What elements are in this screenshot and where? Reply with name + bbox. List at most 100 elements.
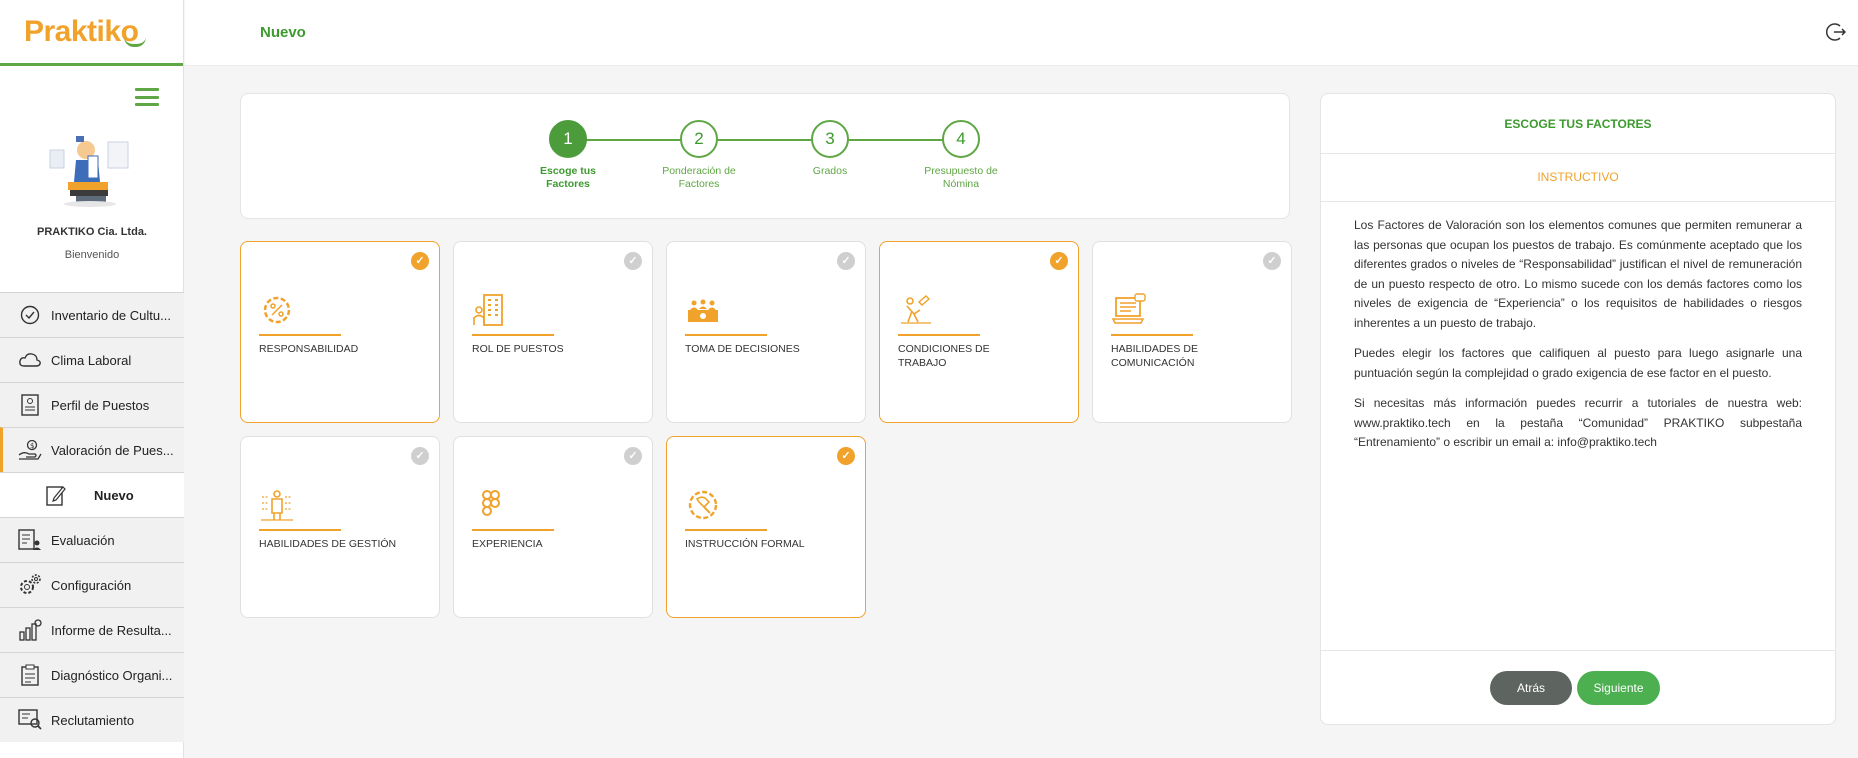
step-label: Escoge tus Factores <box>539 165 597 190</box>
factor-divider <box>898 334 980 336</box>
sidebar-item-label: Clima Laboral <box>51 352 132 368</box>
step-number: 1 <box>549 120 587 158</box>
cloud-icon <box>18 348 42 372</box>
back-button[interactable]: Atrás <box>1490 671 1572 705</box>
factor-divider <box>259 334 341 336</box>
step-label: Ponderación de Factores <box>662 165 736 190</box>
factor-divider <box>472 529 554 531</box>
sidebar-item-label: Perfil de Puestos <box>51 397 150 413</box>
sidebar-item-label: Reclutamiento <box>51 712 135 728</box>
sidebar-item-evaluacion[interactable]: Evaluación <box>0 517 184 562</box>
worker-icon <box>901 295 931 324</box>
check-icon: ✓ <box>1050 252 1068 270</box>
sidebar-menu: Inventario de Cultu... Clima Laboral Per… <box>0 292 184 742</box>
praktiko-logo[interactable]: Praktiko <box>24 15 147 49</box>
check-icon: ✓ <box>624 447 642 465</box>
building-person-icon <box>473 294 503 326</box>
gear-percent-icon <box>263 296 291 324</box>
recruit-icon <box>18 708 42 732</box>
step-number: 4 <box>942 120 980 158</box>
svg-text:$: $ <box>30 442 34 450</box>
factor-card-responsabilidad[interactable]: ✓ Responsabilidad <box>240 241 440 423</box>
sidebar-subitem-nuevo[interactable]: Nuevo <box>0 472 184 517</box>
instructions-panel: ESCOGE TUS FACTORES INSTRUCTIVO Los Fact… <box>1320 93 1836 725</box>
edit-document-icon <box>44 483 68 507</box>
step-number: 3 <box>811 120 849 158</box>
check-icon: ✓ <box>837 252 855 270</box>
sidebar: Praktiko PRAKTIKO Cia. Ltda. Bienvenido … <box>0 0 184 758</box>
sidebar-item-perfil[interactable]: Perfil de Puestos <box>0 382 184 427</box>
check-icon: ✓ <box>411 252 429 270</box>
factor-label: Toma de Decisiones <box>685 343 800 355</box>
checklist-person-icon <box>18 528 42 552</box>
laptop-chat-icon <box>1111 293 1146 324</box>
clipboard-icon <box>18 663 42 687</box>
factor-card-habilidades-de-gestion[interactable]: ✓ Habilidades de Gestión <box>240 436 440 618</box>
figma-icon <box>482 490 500 516</box>
sidebar-item-clima[interactable]: Clima Laboral <box>0 337 184 382</box>
stepper-card: 1 Escoge tus Factores 2 Ponderación de F… <box>240 93 1290 219</box>
sidebar-item-label: Nuevo <box>94 487 134 503</box>
sidebar-item-label: Inventario de Cultu... <box>51 307 171 323</box>
factor-divider <box>259 529 341 531</box>
company-name: PRAKTIKO Cia. Ltda. <box>36 226 147 238</box>
factor-divider <box>472 334 554 336</box>
sidebar-item-label: Informe de Resulta... <box>51 622 172 638</box>
step-number: 2 <box>680 120 718 158</box>
factor-label: Habilidades de Comunicación <box>1111 343 1198 369</box>
sidebar-item-label: Evaluación <box>51 532 115 548</box>
boardroom-icon <box>688 299 718 322</box>
factor-card-experiencia[interactable]: ✓ Experiencia <box>453 436 653 618</box>
factor-label: Habilidades de Gestión <box>259 538 397 550</box>
step-1[interactable]: 1 Escoge tus Factores <box>508 120 628 191</box>
check-icon: ✓ <box>1263 252 1281 270</box>
top-bar: Nuevo <box>185 0 1858 66</box>
panel-subtitle: INSTRUCTIVO <box>1321 154 1835 202</box>
gears-icon <box>18 573 42 597</box>
instructions-paragraph: Si necesitas más información puedes recu… <box>1354 396 1802 449</box>
factor-card-condiciones-de-trabajo[interactable]: ✓ Condiciones de Trabajo <box>879 241 1079 423</box>
factor-card-instruccion-formal[interactable]: ✓ Instrucción Formal <box>666 436 866 618</box>
document-person-icon <box>18 393 42 417</box>
check-circle-icon <box>18 303 42 327</box>
sidebar-item-valoracion[interactable]: $ Valoración de Pues... <box>0 427 184 472</box>
step-4[interactable]: 4 Presupuesto de Nómina <box>901 120 1021 191</box>
factor-card-rol-de-puestos[interactable]: ✓ Rol de Puestos <box>453 241 653 423</box>
factor-label: Condiciones de Trabajo <box>898 343 990 369</box>
sidebar-item-configuracion[interactable]: Configuración <box>0 562 184 607</box>
factor-divider <box>1111 334 1193 336</box>
factor-label: Rol de Puestos <box>472 343 564 355</box>
sidebar-item-label: Configuración <box>51 577 132 593</box>
check-icon: ✓ <box>837 447 855 465</box>
sidebar-item-reclutamiento[interactable]: Reclutamiento <box>0 697 184 742</box>
avatar <box>49 136 129 207</box>
bar-chart-icon <box>18 618 42 642</box>
sidebar-item-label: Diagnóstico Organi... <box>51 667 173 683</box>
sidebar-item-label: Valoración de Pues... <box>51 442 173 458</box>
step-2[interactable]: 2 Ponderación de Factores <box>639 120 759 191</box>
gear-wrench-icon <box>688 490 718 520</box>
factor-divider <box>685 529 767 531</box>
factor-divider <box>685 334 767 336</box>
management-icon <box>261 490 293 521</box>
factor-card-habilidades-de-comunicacion[interactable]: ✓ Habilidades de Comunicación <box>1092 241 1292 423</box>
logout-icon[interactable] <box>1826 22 1846 42</box>
instructions-paragraph: Puedes elegir los factores que califique… <box>1354 346 1802 380</box>
step-label: Grados <box>812 165 848 177</box>
sidebar-item-inventario[interactable]: Inventario de Cultu... <box>0 292 184 337</box>
check-icon: ✓ <box>624 252 642 270</box>
panel-title: ESCOGE TUS FACTORES <box>1321 94 1835 154</box>
page-title: Nuevo <box>260 24 306 41</box>
next-button[interactable]: Siguiente <box>1577 671 1660 705</box>
sidebar-item-informe[interactable]: Informe de Resulta... <box>0 607 184 652</box>
instructions-paragraph: Los Factores de Valoración son los eleme… <box>1354 218 1802 330</box>
factor-label: Responsabilidad <box>259 343 359 355</box>
factor-label: Instrucción Formal <box>685 538 805 550</box>
hamburger-menu-icon[interactable] <box>135 88 159 106</box>
logo-area: Praktiko <box>0 0 183 66</box>
hand-coin-icon: $ <box>18 438 42 462</box>
step-label: Presupuesto de Nómina <box>924 165 998 190</box>
factor-card-toma-de-decisiones[interactable]: ✓ Toma de Decisiones <box>666 241 866 423</box>
step-3[interactable]: 3 Grados <box>770 120 890 178</box>
sidebar-item-diagnostico[interactable]: Diagnóstico Organi... <box>0 652 184 697</box>
